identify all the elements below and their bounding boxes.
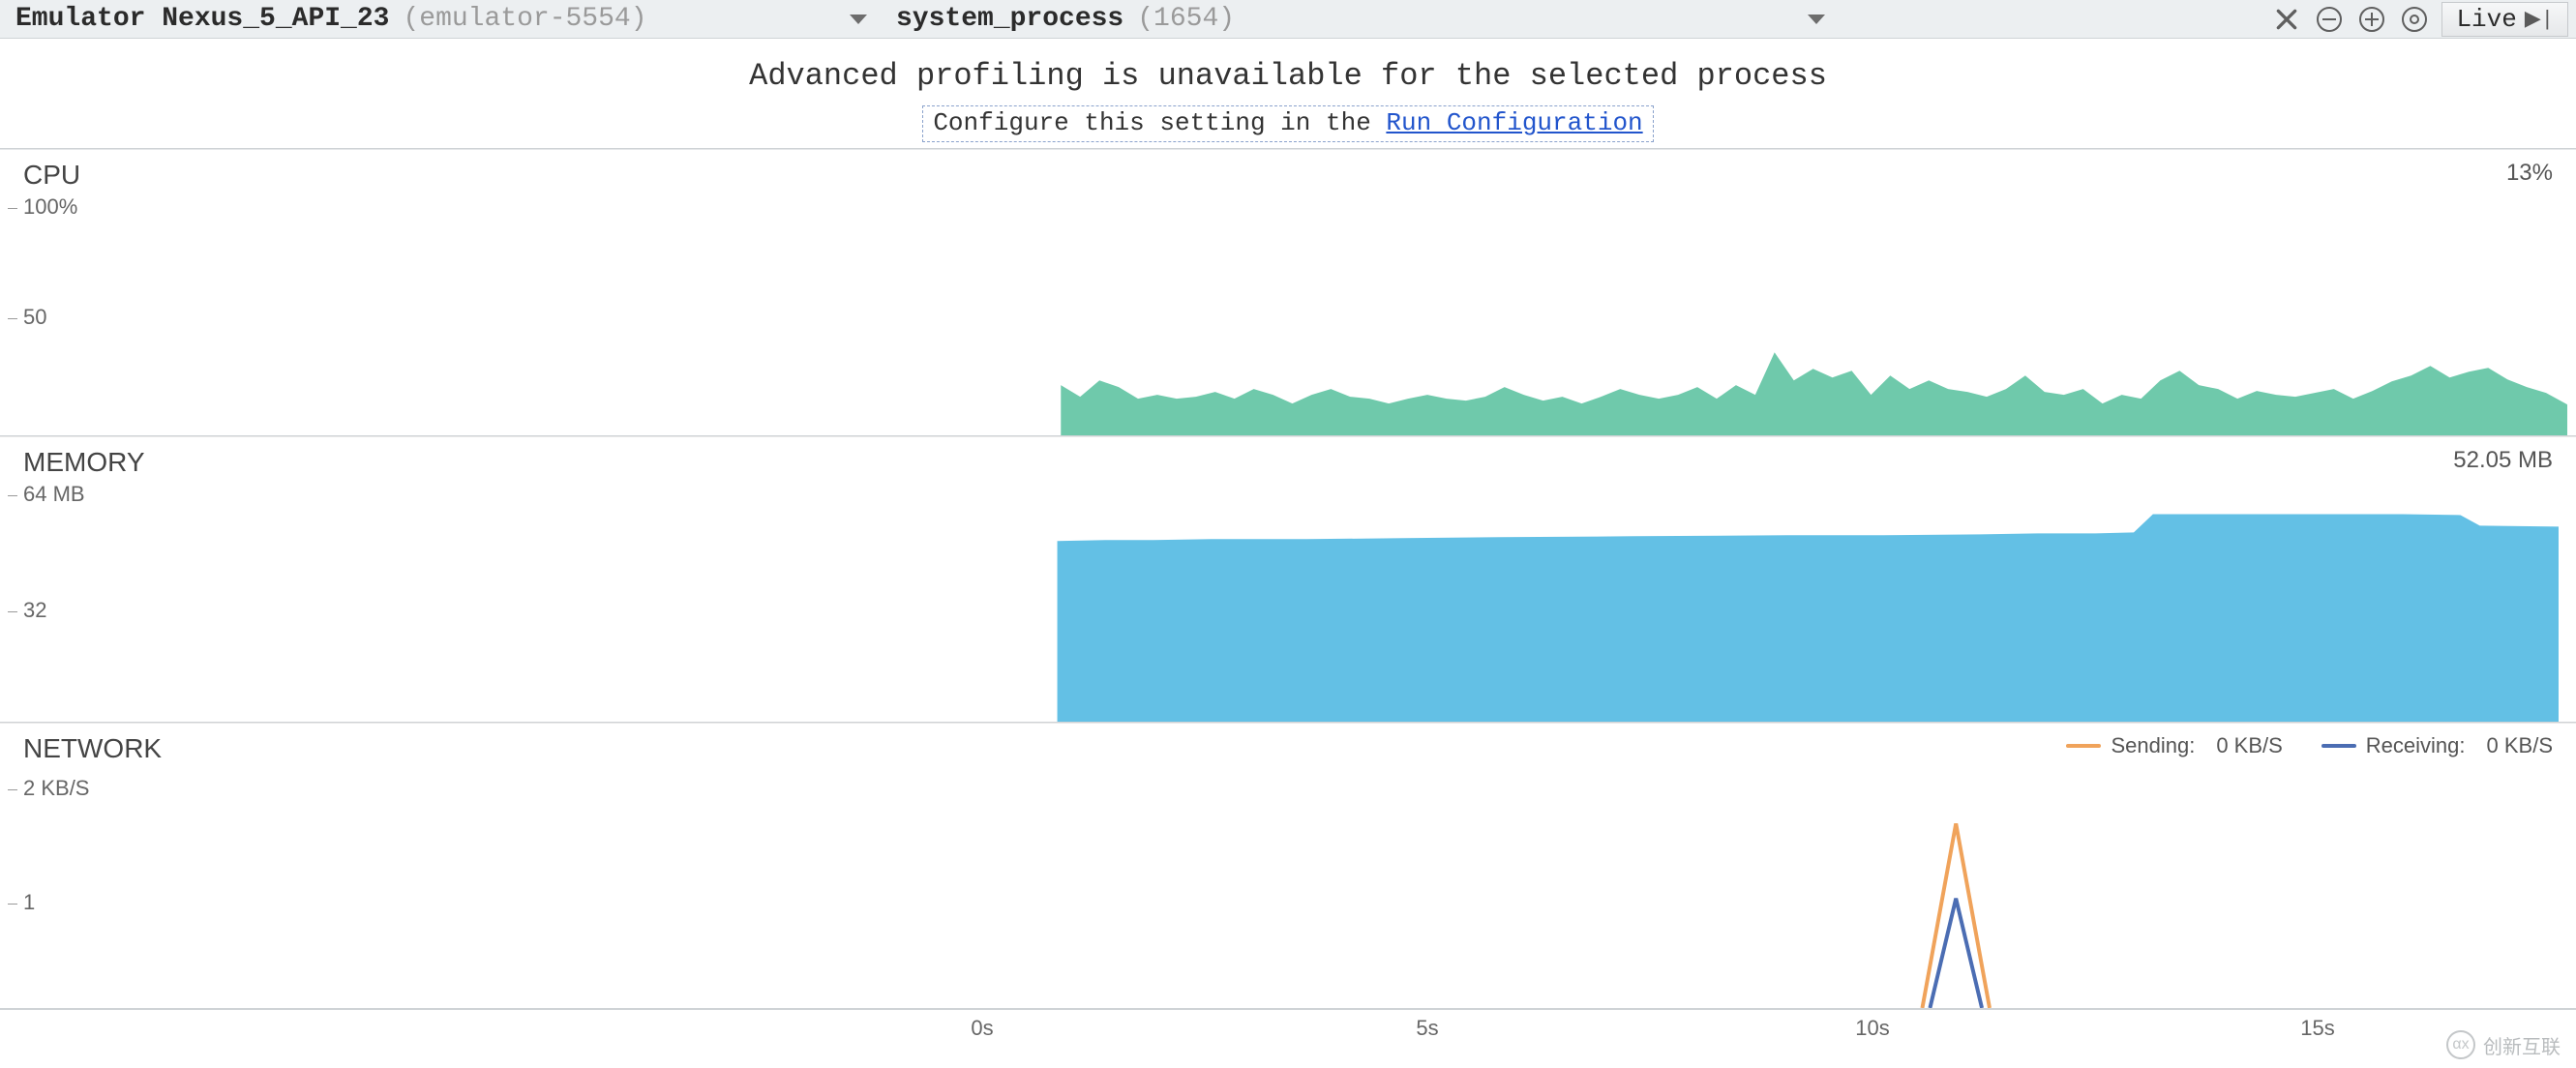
profiler-toolbar: Emulator Nexus_5_API_23 (emulator-5554) … bbox=[0, 0, 2576, 39]
network-line-plot bbox=[0, 724, 2559, 1008]
zoom-reset-button[interactable] bbox=[2393, 1, 2436, 38]
process-name: system_process bbox=[896, 4, 1123, 34]
memory-chart-row[interactable]: MEMORY 52.05 MB 64 MB 32 bbox=[0, 436, 2576, 723]
live-label: Live bbox=[2456, 5, 2516, 34]
zoom-in-button[interactable] bbox=[2351, 1, 2393, 38]
memory-area-plot bbox=[0, 437, 2559, 722]
time-tick: 10s bbox=[1855, 1016, 1889, 1041]
device-dropdown[interactable]: Emulator Nexus_5_API_23 (emulator-5554) bbox=[15, 0, 867, 38]
message-text: Advanced profiling is unavailable for th… bbox=[0, 58, 2576, 94]
live-button[interactable]: Live ▶| bbox=[2441, 2, 2568, 37]
zoom-out-button[interactable] bbox=[2308, 1, 2351, 38]
run-configuration-link[interactable]: Run Configuration bbox=[1386, 108, 1642, 137]
time-tick: 5s bbox=[1416, 1016, 1438, 1041]
device-name: Emulator Nexus_5_API_23 bbox=[15, 4, 389, 34]
watermark: αx 创新互联 bbox=[2446, 1030, 2561, 1059]
cpu-area-plot bbox=[0, 150, 2567, 435]
time-tick: 0s bbox=[971, 1016, 993, 1041]
cpu-chart-row[interactable]: CPU 13% 100% 50 bbox=[0, 150, 2576, 436]
watermark-icon: αx bbox=[2446, 1030, 2475, 1059]
time-axis: 0s 5s 10s 15s αx 创新互联 bbox=[0, 1009, 2576, 1067]
chevron-down-icon bbox=[850, 15, 867, 24]
network-chart-row[interactable]: NETWORK Sending:0 KB/S Receiving:0 KB/S … bbox=[0, 723, 2576, 1009]
process-pid: (1654) bbox=[1137, 4, 1235, 34]
profiler-message: Advanced profiling is unavailable for th… bbox=[0, 39, 2576, 149]
process-dropdown[interactable]: system_process (1654) bbox=[896, 0, 1825, 38]
chevron-down-icon bbox=[1808, 15, 1825, 24]
device-id: (emulator-5554) bbox=[403, 4, 646, 34]
go-to-live-icon: ▶| bbox=[2525, 7, 2554, 32]
time-tick: 15s bbox=[2300, 1016, 2334, 1041]
watermark-text: 创新互联 bbox=[2483, 1031, 2561, 1059]
message-hint-prefix: Configure this setting in the bbox=[933, 108, 1386, 137]
close-session-button[interactable] bbox=[2265, 1, 2308, 38]
